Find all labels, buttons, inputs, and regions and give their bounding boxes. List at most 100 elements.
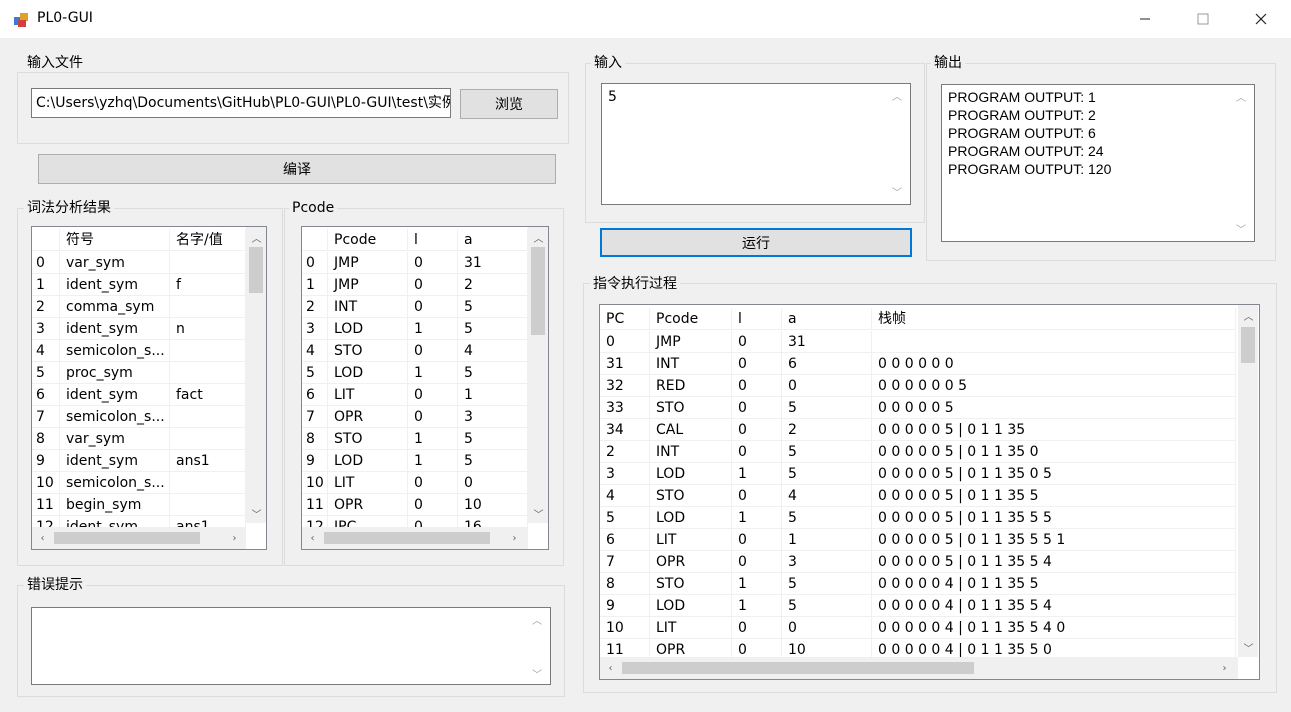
column-header-stack-frame[interactable]: 栈帧 bbox=[872, 308, 1236, 330]
errors-textarea[interactable]: ︿ ﹀ bbox=[31, 607, 551, 685]
table-row[interactable]: 4 semicolon_s... bbox=[32, 340, 246, 362]
column-header-a[interactable]: a bbox=[782, 308, 872, 330]
scroll-up-icon[interactable]: ︿ bbox=[532, 612, 542, 627]
scroll-right-icon[interactable]: › bbox=[506, 530, 523, 547]
table-row[interactable]: 11 begin_sym bbox=[32, 494, 246, 516]
table-row[interactable]: 11 OPR 0 10 bbox=[302, 494, 528, 516]
table-row[interactable]: 1 JMP 0 2 bbox=[302, 274, 528, 296]
scroll-right-icon[interactable]: › bbox=[1216, 660, 1233, 677]
table-row[interactable]: 31 INT 0 6 0 0 0 0 0 0 bbox=[600, 353, 1236, 375]
compile-button[interactable]: 编译 bbox=[38, 154, 556, 184]
trace-horizontal-scrollbar[interactable]: ‹ › bbox=[600, 657, 1238, 679]
scroll-left-icon[interactable]: ‹ bbox=[304, 530, 321, 547]
table-row[interactable]: 4 STO 0 4 bbox=[302, 340, 528, 362]
trace-table[interactable]: PC Pcode l a 栈帧 0 JMP 0 31 31 INT 0 6 0 0 0 0 0 … bbox=[599, 304, 1260, 680]
column-header-pc[interactable]: PC bbox=[600, 308, 650, 330]
scroll-up-icon[interactable]: ︿ bbox=[248, 229, 265, 246]
lexical-vertical-scrollbar[interactable]: ︿ ﹀ bbox=[246, 227, 266, 523]
table-row[interactable]: 9 ident_sym ans1 bbox=[32, 450, 246, 472]
table-row[interactable]: 10 LIT 0 0 0 0 0 0 0 4 | 0 1 1 35 5 4 0 bbox=[600, 617, 1236, 639]
program-input-textarea[interactable]: 5 ︿ ﹀ bbox=[601, 83, 911, 205]
table-row[interactable]: 32 RED 0 0 0 0 0 0 0 0 5 bbox=[600, 375, 1236, 397]
table-row[interactable]: 3 ident_sym n bbox=[32, 318, 246, 340]
table-row[interactable]: 5 LOD 1 5 bbox=[302, 362, 528, 384]
table-row[interactable]: 3 LOD 1 5 0 0 0 0 0 5 | 0 1 1 35 0 5 bbox=[600, 463, 1236, 485]
table-row[interactable]: 1 ident_sym f bbox=[32, 274, 246, 296]
scroll-up-icon[interactable]: ︿ bbox=[892, 88, 902, 108]
table-cell: 3 bbox=[782, 551, 872, 573]
scroll-right-icon[interactable]: › bbox=[226, 530, 243, 547]
table-row[interactable]: 2 comma_sym bbox=[32, 296, 246, 318]
table-cell: LOD bbox=[328, 362, 408, 384]
table-row[interactable]: 9 LOD 1 5 0 0 0 0 0 4 | 0 1 1 35 5 4 bbox=[600, 595, 1236, 617]
lexical-table[interactable]: 符号 名字/值 0 var_sym 1 ident_sym f 2 comma_sym 3 id… bbox=[31, 226, 267, 550]
scroll-thumb[interactable] bbox=[54, 532, 200, 544]
scroll-down-icon[interactable]: ﹀ bbox=[1240, 639, 1257, 656]
scroll-down-icon[interactable]: ﹀ bbox=[248, 505, 265, 522]
table-row[interactable]: 10 LIT 0 0 bbox=[302, 472, 528, 494]
scroll-thumb[interactable] bbox=[622, 662, 974, 674]
close-button[interactable] bbox=[1232, 0, 1290, 38]
scroll-up-icon[interactable]: ︿ bbox=[1236, 89, 1246, 104]
minimize-button[interactable] bbox=[1116, 0, 1174, 38]
maximize-button[interactable] bbox=[1174, 0, 1232, 38]
scroll-thumb[interactable] bbox=[249, 247, 263, 293]
scroll-left-icon[interactable]: ‹ bbox=[34, 530, 51, 547]
table-row[interactable]: 6 ident_sym fact bbox=[32, 384, 246, 406]
browse-button[interactable]: 浏览 bbox=[460, 89, 558, 119]
table-row[interactable]: 5 LOD 1 5 0 0 0 0 0 5 | 0 1 1 35 5 5 bbox=[600, 507, 1236, 529]
table-cell: 0 bbox=[408, 274, 458, 296]
scroll-down-icon[interactable]: ﹀ bbox=[1236, 221, 1246, 236]
pcode-table[interactable]: Pcode l a 0 JMP 0 31 1 JMP 0 2 2 INT 0 5 3 LOD 1 5 4 STO 0… bbox=[301, 226, 549, 550]
scroll-down-icon[interactable]: ﹀ bbox=[532, 666, 542, 681]
scroll-thumb[interactable] bbox=[324, 532, 490, 544]
table-row[interactable]: 0 JMP 0 31 bbox=[302, 252, 528, 274]
pcode-horizontal-scrollbar[interactable]: ‹ › bbox=[302, 527, 528, 549]
scroll-down-icon[interactable]: ﹀ bbox=[530, 505, 547, 522]
table-row[interactable]: 0 var_sym bbox=[32, 252, 246, 274]
table-row[interactable]: 34 CAL 0 2 0 0 0 0 0 5 | 0 1 1 35 bbox=[600, 419, 1236, 441]
column-header-l[interactable]: l bbox=[732, 308, 782, 330]
table-cell: 1 bbox=[458, 384, 528, 406]
scroll-up-icon[interactable]: ︿ bbox=[1240, 307, 1257, 324]
table-cell: 1 bbox=[732, 507, 782, 529]
table-row[interactable]: 3 LOD 1 5 bbox=[302, 318, 528, 340]
table-row[interactable]: 2 INT 0 5 bbox=[302, 296, 528, 318]
column-header-l[interactable]: l bbox=[408, 229, 458, 251]
table-row[interactable]: 7 OPR 0 3 bbox=[302, 406, 528, 428]
lexical-horizontal-scrollbar[interactable]: ‹ › bbox=[32, 527, 246, 549]
table-row[interactable]: 5 proc_sym bbox=[32, 362, 246, 384]
trace-vertical-scrollbar[interactable]: ︿ ﹀ bbox=[1238, 305, 1258, 657]
column-header-pcode[interactable]: Pcode bbox=[650, 308, 732, 330]
scroll-down-icon[interactable]: ﹀ bbox=[892, 184, 902, 204]
table-row[interactable]: 2 INT 0 5 0 0 0 0 0 5 | 0 1 1 35 0 bbox=[600, 441, 1236, 463]
table-row[interactable]: 6 LIT 0 1 bbox=[302, 384, 528, 406]
column-header-pcode[interactable]: Pcode bbox=[328, 229, 408, 251]
program-output-textarea[interactable]: PROGRAM OUTPUT: 1 PROGRAM OUTPUT: 2 PROGRA… bbox=[941, 84, 1255, 242]
scroll-thumb[interactable] bbox=[1241, 327, 1255, 363]
column-header[interactable] bbox=[302, 229, 328, 251]
table-row[interactable]: 4 STO 0 4 0 0 0 0 0 5 | 0 1 1 35 5 bbox=[600, 485, 1236, 507]
column-header-symbol[interactable]: 符号 bbox=[60, 229, 170, 251]
table-row[interactable]: 7 OPR 0 3 0 0 0 0 0 5 | 0 1 1 35 5 4 bbox=[600, 551, 1236, 573]
pcode-vertical-scrollbar[interactable]: ︿ ﹀ bbox=[528, 227, 548, 523]
table-row[interactable]: 7 semicolon_s... bbox=[32, 406, 246, 428]
table-cell: 1 bbox=[32, 274, 60, 296]
column-header-a[interactable]: a bbox=[458, 229, 528, 251]
table-row[interactable]: 8 STO 1 5 0 0 0 0 0 4 | 0 1 1 35 5 bbox=[600, 573, 1236, 595]
scroll-left-icon[interactable]: ‹ bbox=[602, 660, 619, 677]
table-row[interactable]: 8 var_sym bbox=[32, 428, 246, 450]
table-row[interactable]: 9 LOD 1 5 bbox=[302, 450, 528, 472]
scroll-thumb[interactable] bbox=[531, 247, 545, 335]
column-header-name-value[interactable]: 名字/值 bbox=[170, 229, 246, 251]
file-path-input[interactable]: C:\Users\yzhq\Documents\GitHub\PL0-GUI\P… bbox=[31, 88, 451, 118]
table-row[interactable]: 8 STO 1 5 bbox=[302, 428, 528, 450]
table-row[interactable]: 6 LIT 0 1 0 0 0 0 0 5 | 0 1 1 35 5 5 1 bbox=[600, 529, 1236, 551]
scroll-up-icon[interactable]: ︿ bbox=[530, 229, 547, 246]
column-header[interactable] bbox=[32, 229, 60, 251]
table-row[interactable]: 33 STO 0 5 0 0 0 0 0 5 bbox=[600, 397, 1236, 419]
table-cell: LOD bbox=[328, 450, 408, 472]
table-row[interactable]: 0 JMP 0 31 bbox=[600, 331, 1236, 353]
run-button[interactable]: 运行 bbox=[600, 228, 912, 257]
table-row[interactable]: 10 semicolon_s... bbox=[32, 472, 246, 494]
